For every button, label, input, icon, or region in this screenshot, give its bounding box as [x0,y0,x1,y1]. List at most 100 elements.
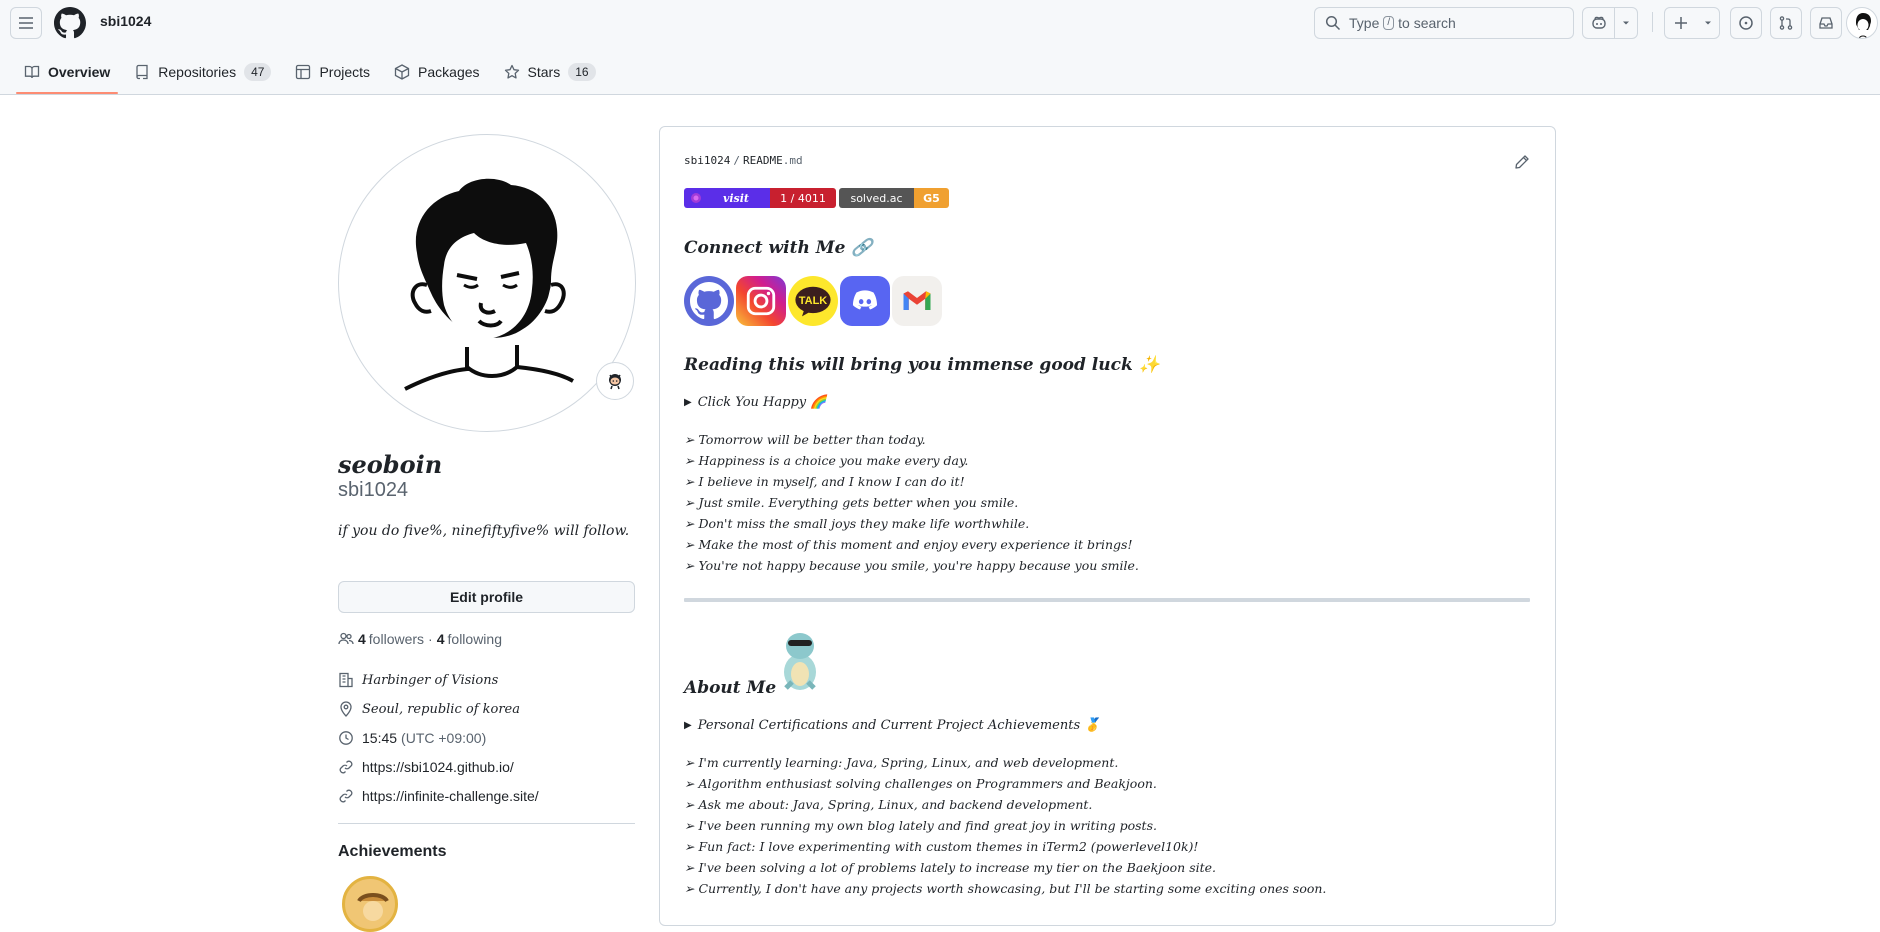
context-username[interactable]: sbi1024 [100,13,151,29]
tab-projects[interactable]: Projects [287,56,378,88]
profile-company: Harbinger of Visions [338,672,498,688]
happy-lines-list: ➢ Tomorrow will be better than today. ➢ … [684,429,1139,576]
search-prefix: Type [1349,15,1380,31]
book-icon [24,65,40,79]
squirtle-sunglasses-icon [784,633,816,690]
solvedac-badge-value: G5 [914,188,949,208]
hits-logo-icon [691,193,701,203]
tab-label: Stars [527,64,561,80]
list-item: ➢ Make the most of this moment and enjoy… [684,537,1133,552]
copilot-icon[interactable] [1583,8,1614,38]
link-icon [339,760,353,774]
details-summary: Click You Happy 🌈 [697,395,827,410]
tab-label: Projects [319,64,371,80]
github-icon[interactable] [684,276,734,326]
profile-avatar[interactable] [338,134,636,432]
breadcrumb-separator: / [733,154,740,167]
issues-button[interactable] [1730,7,1762,39]
time-text: 15:45 [362,730,398,746]
details-summary: Personal Certifications and Current Proj… [697,718,1101,733]
edit-profile-button[interactable]: Edit profile [338,581,635,613]
following-link[interactable]: 4 following [437,631,502,647]
profile-fullname: seoboin [338,450,443,479]
about-lines-list: ➢ I'm currently learning: Java, Spring, … [684,752,1326,899]
follow-stats: 4 followers · 4 following [338,631,502,647]
star-icon [504,64,519,79]
pull-requests-button[interactable] [1770,7,1802,39]
clock-icon [339,731,353,745]
menu-button[interactable] [10,7,42,39]
user-avatar[interactable] [1846,7,1878,39]
search-icon [1325,15,1341,31]
disclosure-triangle-icon: ▶ [684,397,692,408]
list-item: ➢ I've been solving a lot of problems la… [684,860,1217,875]
discord-icon[interactable] [840,276,890,326]
list-item: ➢ Currently, I don't have any projects w… [684,881,1327,896]
following-label: following [447,631,502,647]
list-item: ➢ You're not happy because you smile, yo… [684,558,1139,573]
search-suffix: to search [1398,15,1456,31]
location-icon [340,701,352,717]
link-text[interactable]: https://infinite-challenge.site/ [362,788,539,804]
create-dropdown-icon[interactable] [1697,8,1719,38]
create-new-button[interactable] [1664,7,1720,39]
list-item: ➢ I believe in myself, and I know I can … [684,474,965,489]
list-item: ➢ Ask me about: Java, Spring, Linux, and… [684,797,1093,812]
good-luck-heading: Reading this will bring you immense good… [684,355,1160,375]
readme-filename[interactable]: README [743,154,783,167]
profile-link-1[interactable]: https://sbi1024.github.io/ [338,759,514,775]
tab-packages[interactable]: Packages [386,56,487,88]
link-text[interactable]: https://sbi1024.github.io/ [362,759,514,775]
inbox-button[interactable] [1810,7,1842,39]
copilot-button[interactable] [1582,7,1638,39]
instagram-icon[interactable] [736,276,786,326]
gmail-icon[interactable] [892,276,942,326]
achievement-badge-icon[interactable] [342,876,398,932]
edit-readme-pencil-icon[interactable] [1514,154,1530,170]
about-me-heading: About Me [684,678,777,698]
github-logo-icon[interactable] [54,7,86,39]
list-item: ➢ Fun fact: I love experimenting with cu… [684,839,1199,854]
inbox-icon [1819,17,1833,29]
list-item: ➢ Tomorrow will be better than today. [684,432,926,447]
search-input[interactable]: Type / to search [1314,7,1574,39]
followers-count: 4 [358,631,366,647]
tab-stars[interactable]: Stars 16 [496,56,604,88]
readme-owner[interactable]: sbi1024 [684,154,730,167]
kakaotalk-icon[interactable]: TALK [788,276,838,326]
tab-repositories[interactable]: Repositories 47 [126,56,279,88]
followers-link[interactable]: 4 followers [358,631,424,647]
profile-link-2[interactable]: https://infinite-challenge.site/ [338,788,539,804]
connect-heading: Connect with Me 🔗 [684,238,873,258]
pull-request-icon [1779,16,1793,30]
kakao-label: TALK [798,295,828,307]
octocat-status-icon [609,374,621,390]
sidebar-divider [338,823,635,824]
followers-label: followers [368,631,425,647]
tab-overview[interactable]: Overview [16,56,119,94]
status-emoji-button[interactable] [596,362,634,400]
profile-bio: if you do five%, ninefiftyfive% will fol… [338,523,630,539]
profile-tabs: Overview Repositories 47 Projects Packag… [16,56,612,94]
copilot-dropdown-icon[interactable] [1615,8,1637,38]
readme-breadcrumb: sbi1024/README.md [684,154,803,167]
visit-counter-badge: visit 1 / 4011 [684,188,836,208]
company-text: Harbinger of Visions [362,672,499,688]
visit-badge-label: visit [684,188,770,208]
solvedac-badge[interactable]: solved.ac G5 [839,188,949,208]
organization-icon [339,672,353,688]
certifications-details[interactable]: ▶ Personal Certifications and Current Pr… [684,718,1100,733]
list-item: ➢ Don't miss the small joys they make li… [684,516,1030,531]
disclosure-triangle-icon: ▶ [684,720,692,731]
achievements-title: Achievements [338,843,447,860]
follow-separator: · [428,631,433,647]
click-you-happy-details[interactable]: ▶ Click You Happy 🌈 [684,395,826,410]
plus-icon[interactable] [1665,8,1697,38]
repo-icon [136,64,148,80]
profile-login: sbi1024 [338,479,409,501]
tab-label: Overview [48,64,111,80]
list-item: ➢ Algorithm enthusiast solving challenge… [684,776,1157,791]
section-divider [684,598,1530,602]
profile-localtime: 15:45 (UTC +09:00) [338,730,486,746]
hamburger-icon [19,17,33,29]
